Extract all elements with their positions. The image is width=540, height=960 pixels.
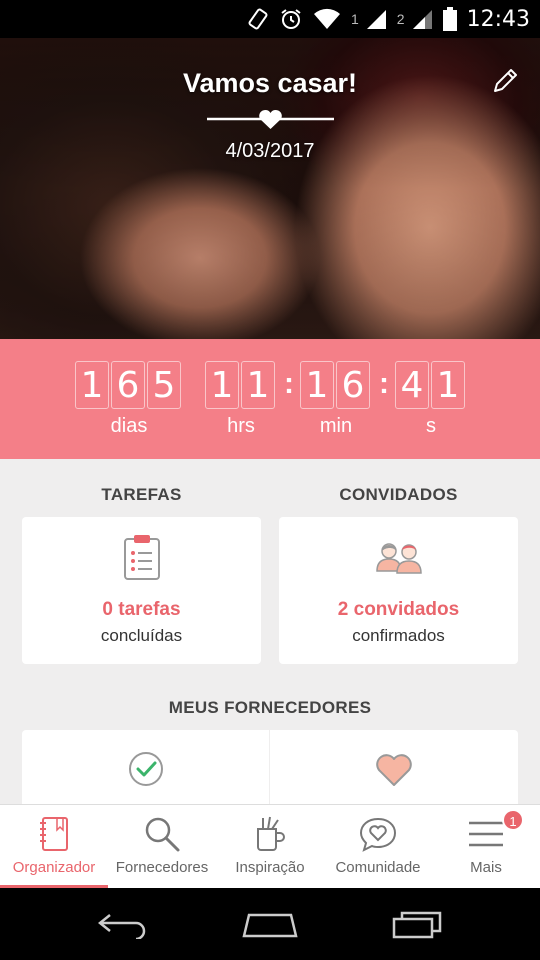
vendors-hired-card[interactable] xyxy=(22,730,269,804)
wifi-icon xyxy=(313,8,341,30)
countdown-digit: 1 xyxy=(75,361,109,409)
countdown-hours: 1 1 xyxy=(205,361,275,409)
countdown-label-minutes: min xyxy=(319,415,353,437)
countdown-digit: 1 xyxy=(431,361,465,409)
vendors-heading: MEUS FORNECEDORES xyxy=(168,698,372,717)
countdown-seconds: 4 1 xyxy=(395,361,465,409)
sim1-label: 1 xyxy=(351,11,359,27)
guests-subtitle: confirmados xyxy=(352,626,445,645)
alarm-icon xyxy=(279,7,303,31)
recents-icon[interactable] xyxy=(390,909,444,939)
countdown-digit: 1 xyxy=(241,361,275,409)
countdown-minutes: 1 6 xyxy=(300,361,370,409)
nav-label: Mais xyxy=(470,859,502,876)
countdown-panel: 1 6 5 1 1 : 1 6 : 4 1 dias hrs min s xyxy=(0,339,540,459)
sim2-label: 2 xyxy=(396,11,405,27)
countdown-digit: 1 xyxy=(205,361,239,409)
search-icon xyxy=(145,817,180,852)
tasks-subtitle: concluídas xyxy=(100,626,183,645)
nav-label: Comunidade xyxy=(335,859,421,876)
countdown-separator: : xyxy=(284,367,294,400)
nav-label: Organizador xyxy=(12,859,96,876)
back-icon[interactable] xyxy=(96,909,150,939)
tasks-card[interactable]: 0 tarefas concluídas xyxy=(22,517,261,664)
battery-icon xyxy=(442,7,457,31)
nav-inspiracao[interactable]: Inspiração xyxy=(216,805,324,888)
countdown-digit: 1 xyxy=(300,361,334,409)
guests-heading: CONVIDADOS xyxy=(339,485,458,504)
tasks-heading: TAREFAS xyxy=(101,485,182,504)
clipboard-icon xyxy=(123,535,160,580)
nav-comunidade[interactable]: Comunidade xyxy=(324,805,432,888)
dashboard-content: TAREFAS CONVIDADOS 0 tarefas concluídas … xyxy=(0,459,540,804)
couple-icon xyxy=(375,543,422,574)
system-navigation-bar xyxy=(0,888,540,960)
signal-icon xyxy=(365,8,387,30)
chat-heart-icon xyxy=(359,817,397,852)
bottom-navigation: Organizador Fornecedores Inspiração Comu… xyxy=(0,804,540,888)
guests-card[interactable]: 2 convidados confirmados xyxy=(279,517,518,664)
countdown-label-seconds: s xyxy=(426,415,436,437)
heart-icon xyxy=(376,754,412,786)
home-icon[interactable] xyxy=(241,909,299,939)
countdown-label-days: dias xyxy=(110,415,148,437)
pencil-icon[interactable] xyxy=(490,66,520,96)
heart-divider-icon xyxy=(207,109,334,129)
rotation-icon xyxy=(247,8,269,30)
nav-organizador[interactable]: Organizador xyxy=(0,805,108,888)
countdown-digit: 6 xyxy=(336,361,370,409)
check-circle-icon xyxy=(128,752,163,786)
couple-photo-header: Vamos casar! 4/03/2017 xyxy=(0,38,540,339)
notification-badge: 1 xyxy=(502,809,524,831)
guests-count: 2 convidados xyxy=(337,599,460,620)
page-title: Vamos casar! xyxy=(182,68,358,98)
status-bar: 1 2 12:43 xyxy=(0,0,540,38)
countdown-label-hours: hrs xyxy=(227,415,255,437)
countdown-separator: : xyxy=(379,367,389,400)
nav-label: Fornecedores xyxy=(115,859,209,876)
nav-mais[interactable]: Mais 1 xyxy=(432,805,540,888)
countdown-digit: 5 xyxy=(147,361,181,409)
countdown-days: 1 6 5 xyxy=(75,361,181,409)
menu-icon xyxy=(469,821,503,847)
clock: 12:43 xyxy=(466,6,530,32)
tasks-count: 0 tarefas xyxy=(102,599,181,620)
nav-fornecedores[interactable]: Fornecedores xyxy=(108,805,216,888)
signal-icon xyxy=(411,8,433,30)
notebook-icon xyxy=(40,817,68,851)
brush-cup-icon xyxy=(257,816,285,851)
nav-label: Inspiração xyxy=(235,859,305,876)
vendors-favorites-card[interactable] xyxy=(270,730,518,804)
countdown-digit: 4 xyxy=(395,361,429,409)
countdown-digit: 6 xyxy=(111,361,145,409)
wedding-date: 4/03/2017 xyxy=(225,140,315,162)
